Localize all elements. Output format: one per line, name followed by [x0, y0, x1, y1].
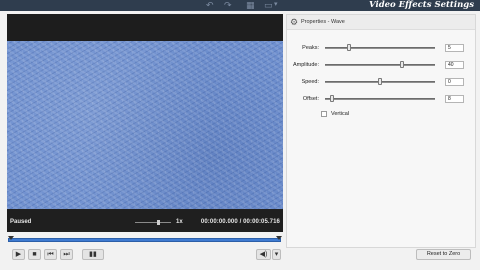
amplitude-value-field[interactable]: 40	[445, 61, 464, 69]
reset-to-zero-button[interactable]: Reset to Zero	[416, 249, 471, 260]
speed-slider-knob[interactable]	[378, 78, 382, 85]
offset-slider-track[interactable]	[325, 98, 435, 100]
timeline-start-handle[interactable]	[8, 236, 14, 240]
window-title: Video Effects Settings	[369, 0, 474, 10]
preview-volume-knob[interactable]	[157, 220, 160, 225]
preview-status-bar: Paused 1x 00:00:00.000 / 00:00:05.716	[7, 210, 283, 232]
amplitude-label: Amplitude:	[293, 62, 319, 68]
previous-icon: ⏮	[47, 251, 54, 258]
chevron-down-icon: ▾	[274, 251, 279, 258]
timeline-bar[interactable]	[8, 238, 281, 242]
playback-status: Paused	[10, 219, 32, 225]
offset-slider-knob[interactable]	[329, 95, 334, 102]
clip-button[interactable]: ▮▮	[82, 249, 104, 260]
amplitude-slider-knob[interactable]	[400, 61, 404, 68]
vertical-checkbox[interactable]	[321, 111, 327, 117]
amplitude-slider-track[interactable]	[325, 64, 435, 66]
panel-title: Properties - Wave	[301, 19, 345, 25]
redo-icon[interactable]: ↷	[224, 0, 232, 10]
volume-menu-button[interactable]: ▾	[272, 249, 281, 260]
stop-icon: ■	[32, 251, 37, 258]
title-bar: ↶ ↷ ▦ ▭ ▾ Video Effects Settings	[0, 0, 480, 11]
video-preview: Paused 1x 00:00:00.000 / 00:00:05.716	[7, 14, 283, 232]
speaker-icon: ◀)	[259, 251, 268, 258]
previous-frame-button[interactable]: ⏮	[44, 249, 57, 260]
next-frame-button[interactable]: ⏭	[60, 249, 73, 260]
peaks-label: Peaks:	[302, 45, 319, 51]
timeline-end-handle[interactable]	[276, 236, 282, 240]
offset-label: Offset:	[302, 96, 319, 102]
monitor-icon[interactable]: ▭	[264, 0, 273, 10]
preview-volume-track[interactable]	[135, 222, 171, 223]
stop-button[interactable]: ■	[28, 249, 41, 260]
dropdown-arrow-icon[interactable]: ▾	[274, 0, 278, 10]
playback-speed: 1x	[176, 219, 183, 225]
undo-icon[interactable]: ↶	[206, 0, 214, 10]
speed-label: Speed:	[301, 79, 319, 85]
peaks-slider-knob[interactable]	[347, 44, 352, 51]
next-icon: ⏭	[63, 251, 70, 258]
volume-button[interactable]: ◀)	[256, 249, 271, 260]
peaks-value-field[interactable]: 5	[445, 44, 464, 52]
peaks-slider-track[interactable]	[325, 47, 435, 49]
play-icon: ▶	[15, 251, 22, 258]
video-frame	[7, 41, 283, 209]
clip-icon: ▮▮	[89, 251, 97, 258]
grid-icon[interactable]: ▦	[246, 0, 255, 10]
gear-icon: ⚙	[290, 17, 299, 27]
letterbox-top	[7, 14, 283, 41]
play-button[interactable]: ▶	[12, 249, 25, 260]
vertical-label: Vertical	[331, 111, 350, 117]
time-display: 00:00:00.000 / 00:00:05.716	[200, 219, 280, 225]
speed-value-field[interactable]: 0	[445, 78, 464, 86]
panel-header: ⚙ Properties - Wave	[287, 15, 475, 30]
offset-value-field[interactable]: 8	[445, 95, 464, 103]
properties-panel: ⚙ Properties - Wave Peaks: 5 Amplitude: …	[286, 14, 476, 248]
